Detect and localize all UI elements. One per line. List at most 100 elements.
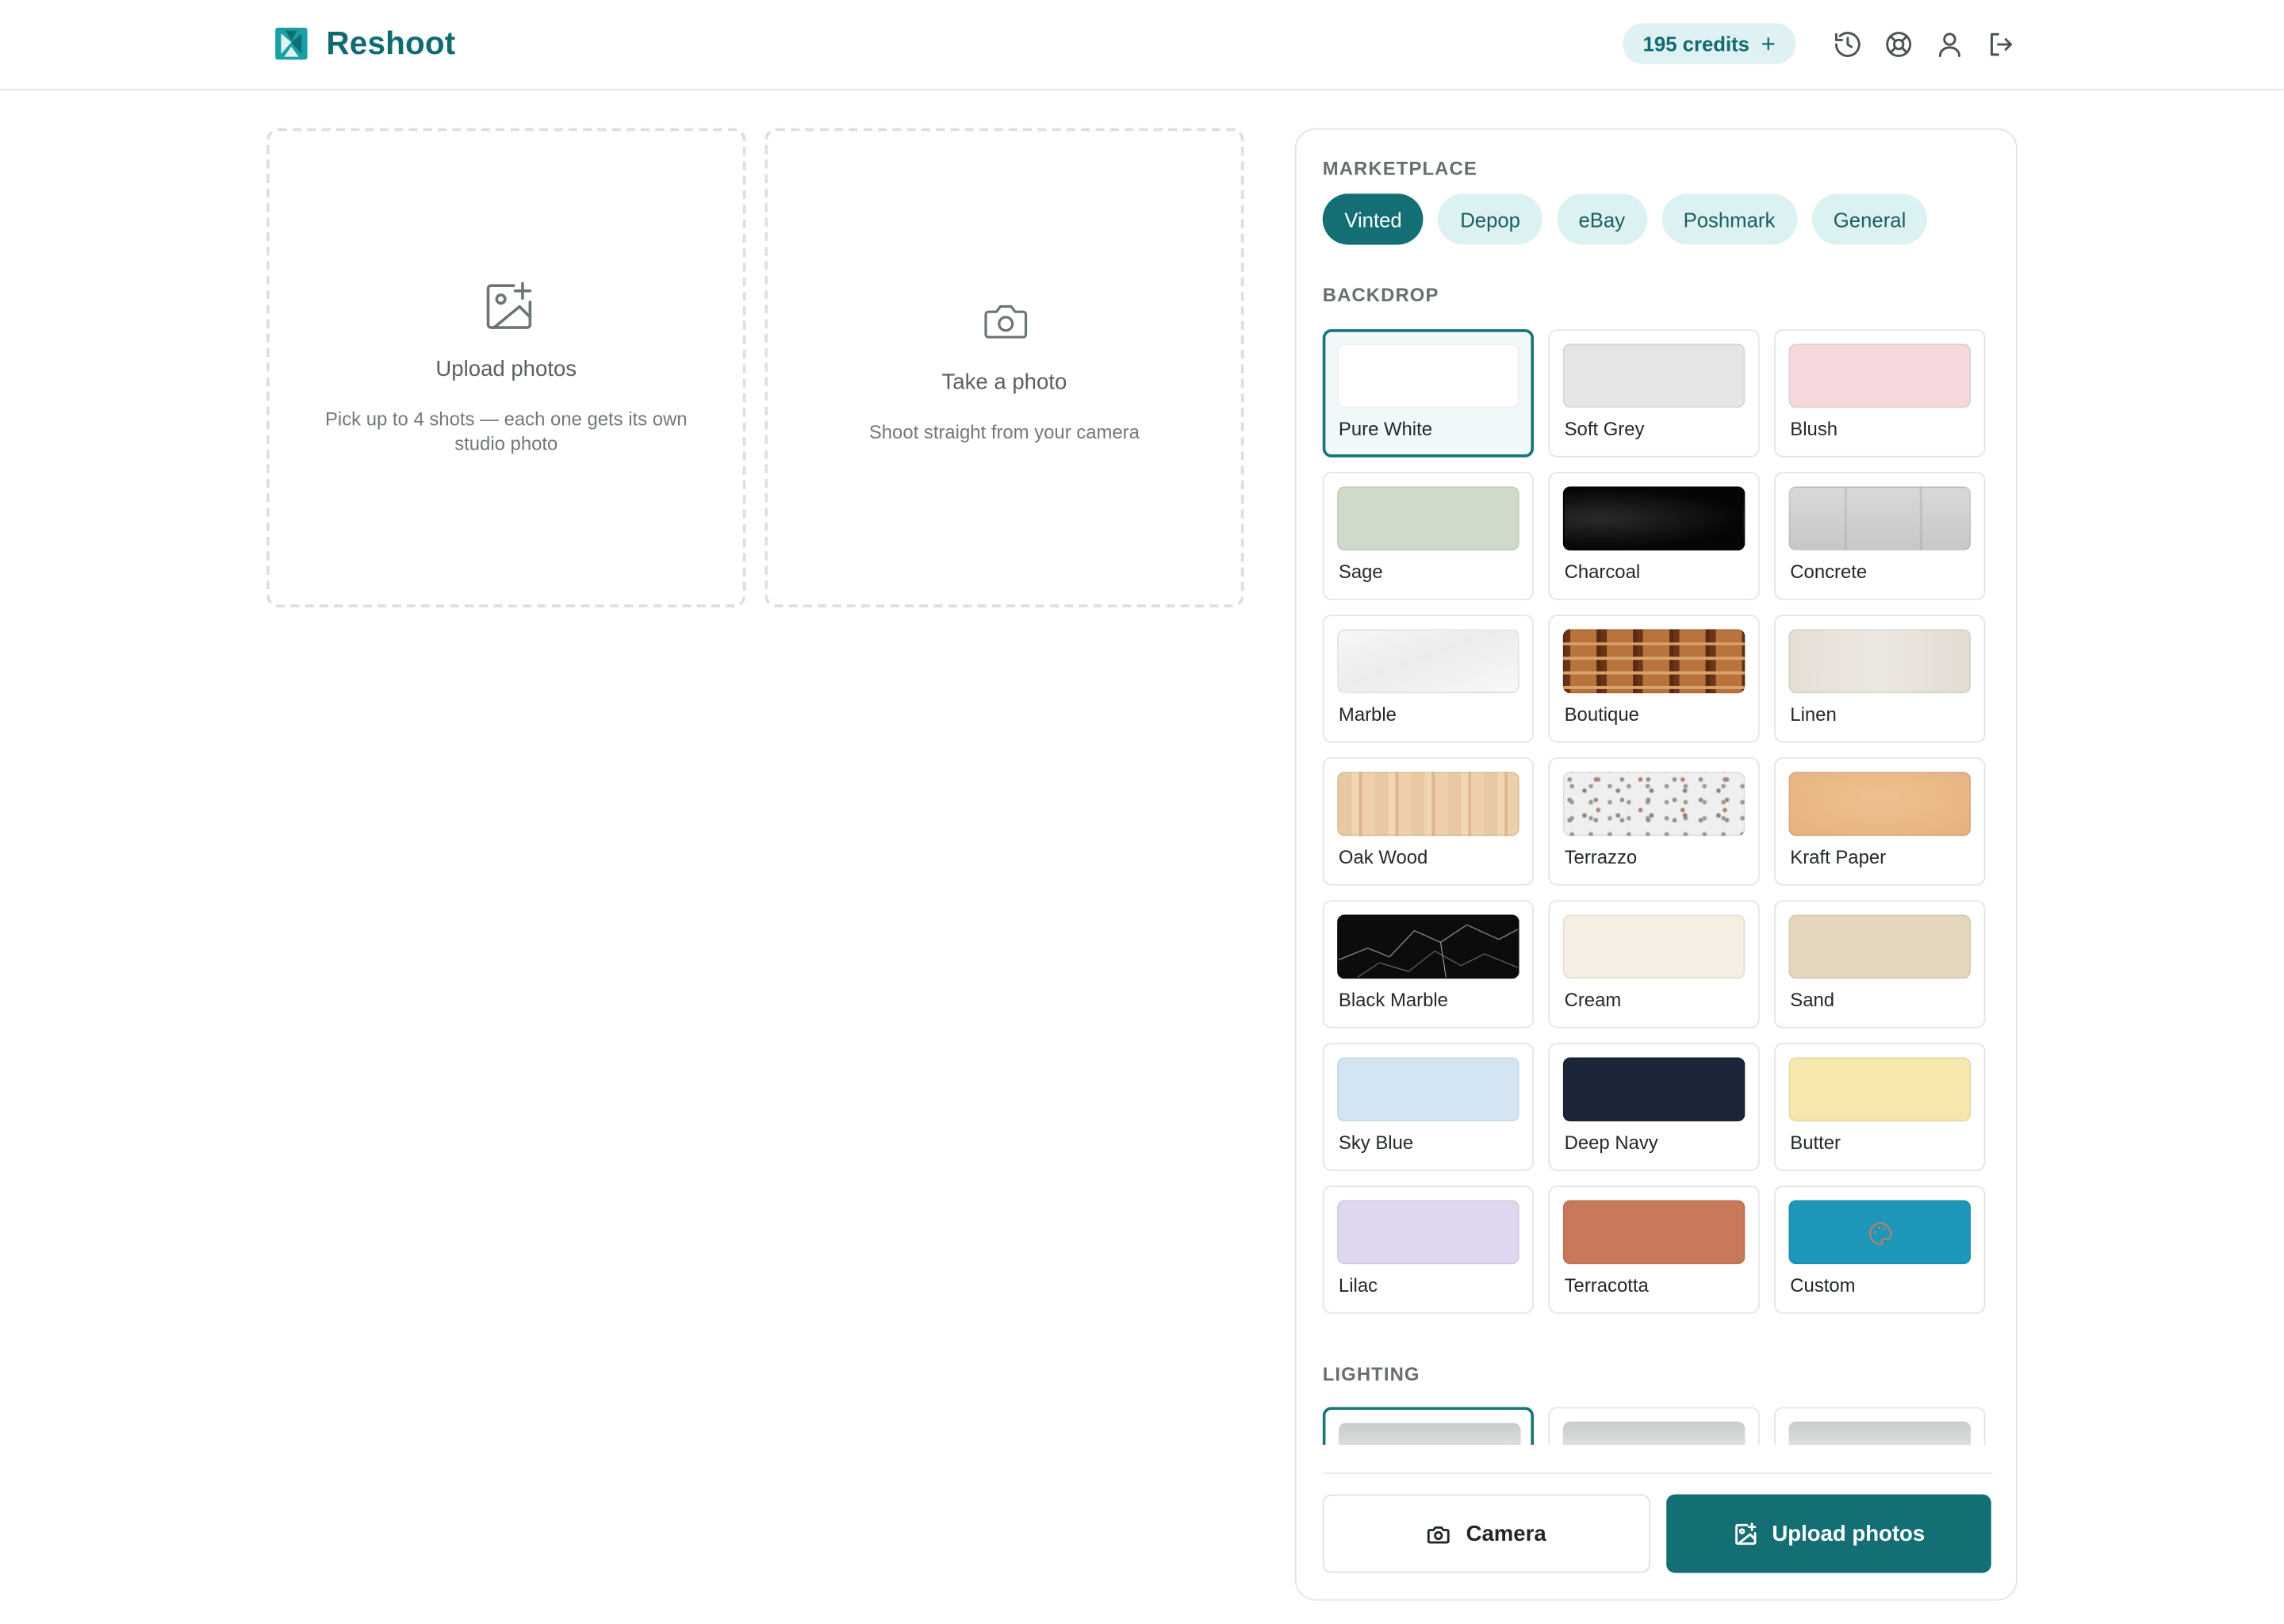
backdrop-label-text: Lilac (1338, 1274, 1378, 1297)
lighting-option-2[interactable] (1548, 1407, 1760, 1446)
backdrop-kraft-paper[interactable]: Kraft Paper (1774, 757, 1986, 886)
backdrop-sand[interactable]: Sand (1774, 900, 1986, 1028)
backdrop-lilac[interactable]: Lilac (1322, 1185, 1535, 1314)
backdrop-custom[interactable]: Custom (1774, 1185, 1986, 1314)
backdrop-label-text: Sand (1790, 989, 1835, 1011)
backdrop-marble[interactable]: Marble (1322, 615, 1535, 743)
camera-button[interactable]: Camera (1322, 1494, 1650, 1573)
backdrop-soft-grey[interactable]: Soft Grey (1548, 329, 1760, 458)
lighting-label: LIGHTING (1322, 1363, 1420, 1385)
backdrop-swatch (1337, 772, 1519, 837)
backdrop-label-text: Soft Grey (1564, 418, 1645, 440)
camera-button-label: Camera (1466, 1521, 1546, 1546)
camera-dropzone[interactable]: Take a photo Shoot straight from your ca… (765, 128, 1244, 607)
lighting-swatch (1562, 1421, 1746, 1446)
image-plus-icon (1734, 1522, 1756, 1545)
options-panel: MARKETPLACE Vinted Depop eBay Poshmark G… (1294, 128, 2018, 1601)
backdrop-swatch (1337, 1200, 1519, 1265)
plus-icon: + (1761, 29, 1776, 58)
history-icon[interactable] (1830, 26, 1864, 61)
backdrop-swatch (1788, 343, 1972, 408)
backdrop-deep-navy[interactable]: Deep Navy (1548, 1043, 1760, 1171)
backdrop-label-text: Boutique (1564, 703, 1639, 726)
app-root: Reshoot 195 credits + Upload photos Pick… (0, 0, 2284, 1622)
backdrop-swatch (1337, 486, 1519, 551)
camera-icon (1428, 1526, 1450, 1543)
backdrop-swatch (1337, 343, 1519, 408)
pill-general[interactable]: General (1811, 193, 1928, 245)
marketplace-label: MARKETPLACE (1322, 157, 1477, 179)
upload-photos-button[interactable]: Upload photos (1666, 1494, 1991, 1573)
pill-ebay[interactable]: eBay (1556, 193, 1647, 245)
backdrop-butter[interactable]: Butter (1774, 1043, 1986, 1171)
pill-depop[interactable]: Depop (1438, 193, 1542, 245)
upload-title: Upload photos (435, 356, 577, 382)
lighting-options (1322, 1407, 1987, 1446)
upload-subtitle-line-1: Pick up to 4 shots — each one gets its o… (324, 408, 688, 430)
backdrop-swatch (1788, 1200, 1972, 1265)
backdrop-label-text: Marble (1338, 703, 1397, 726)
backdrop-boutique[interactable]: Boutique (1548, 615, 1760, 743)
lighting-swatch (1338, 1423, 1521, 1446)
logo-icon (275, 27, 308, 60)
backdrop-label-text: Linen (1790, 703, 1837, 726)
backdrop-label-text: Sky Blue (1338, 1132, 1414, 1154)
backdrop-oak-wood[interactable]: Oak Wood (1322, 757, 1535, 886)
backdrop-label-text: Kraft Paper (1790, 846, 1887, 868)
upload-dropzone[interactable]: Upload photos Pick up to 4 shots — each … (266, 128, 746, 607)
backdrop-label-text: Blush (1790, 418, 1838, 440)
backdrop-label-text: Oak Wood (1338, 846, 1428, 868)
pill-poshmark[interactable]: Poshmark (1661, 193, 1797, 245)
backdrop-label-text: Custom (1790, 1274, 1856, 1297)
credits-button[interactable]: 195 credits + (1622, 23, 1796, 64)
backdrop-blush[interactable]: Blush (1774, 329, 1986, 458)
top-bar: Reshoot 195 credits + (0, 0, 2284, 90)
credits-label: 195 credits (1642, 32, 1749, 56)
backdrop-sky-blue[interactable]: Sky Blue (1322, 1043, 1535, 1171)
backdrop-sage[interactable]: Sage (1322, 472, 1535, 600)
palette-icon (1868, 1222, 1892, 1245)
backdrop-pure-white[interactable]: Pure White (1322, 329, 1535, 458)
help-lifebuoy-icon[interactable] (1880, 26, 1915, 61)
backdrop-swatch (1788, 486, 1972, 551)
backdrop-linen[interactable]: Linen (1774, 615, 1986, 743)
pill-vinted[interactable]: Vinted (1322, 193, 1424, 245)
brand[interactable]: Reshoot (274, 25, 455, 63)
backdrop-label-text: Terrazzo (1564, 846, 1638, 868)
account-icon[interactable] (1931, 26, 1966, 61)
backdrop-swatch (1562, 343, 1746, 408)
lighting-option-1[interactable] (1322, 1407, 1535, 1446)
app-name: Reshoot (326, 25, 456, 62)
backdrop-swatch (1337, 1057, 1519, 1122)
backdrop-swatch (1562, 629, 1746, 694)
panel-divider (1322, 1472, 1993, 1474)
upload-subtitle-line-2: studio photo (454, 432, 558, 455)
backdrop-label-text: Terracotta (1564, 1274, 1649, 1297)
backdrop-swatch (1562, 486, 1746, 551)
backdrop-label-text: Sage (1338, 561, 1383, 583)
lighting-option-3[interactable] (1774, 1407, 1986, 1446)
backdrop-swatch (1788, 629, 1972, 694)
backdrop-swatch (1562, 914, 1746, 979)
header-actions: 195 credits + (1622, 23, 2018, 64)
image-plus-icon (486, 282, 532, 329)
logout-icon[interactable] (1983, 26, 2018, 61)
backdrop-swatch (1562, 1200, 1746, 1265)
backdrop-cream[interactable]: Cream (1548, 900, 1760, 1028)
backdrop-terrazzo[interactable]: Terrazzo (1548, 757, 1760, 886)
backdrop-terracotta[interactable]: Terracotta (1548, 1185, 1760, 1314)
camera-icon (984, 304, 1028, 339)
backdrop-concrete[interactable]: Concrete (1774, 472, 1986, 600)
backdrop-label-text: Cream (1564, 989, 1622, 1011)
backdrop-charcoal[interactable]: Charcoal (1548, 472, 1760, 600)
backdrop-label-text: Butter (1790, 1132, 1841, 1154)
backdrop-swatch (1788, 914, 1972, 979)
camera-title: Take a photo (941, 370, 1067, 395)
backdrop-black-marble[interactable]: Black Marble (1322, 900, 1535, 1028)
lighting-swatch (1788, 1421, 1972, 1446)
backdrop-swatch (1562, 772, 1746, 837)
marketplace-pills: Vinted Depop eBay Poshmark General (1322, 193, 1928, 245)
upload-button-label: Upload photos (1772, 1521, 1926, 1546)
backdrop-label: BACKDROP (1322, 284, 1439, 306)
backdrop-label-text: Concrete (1790, 561, 1868, 583)
